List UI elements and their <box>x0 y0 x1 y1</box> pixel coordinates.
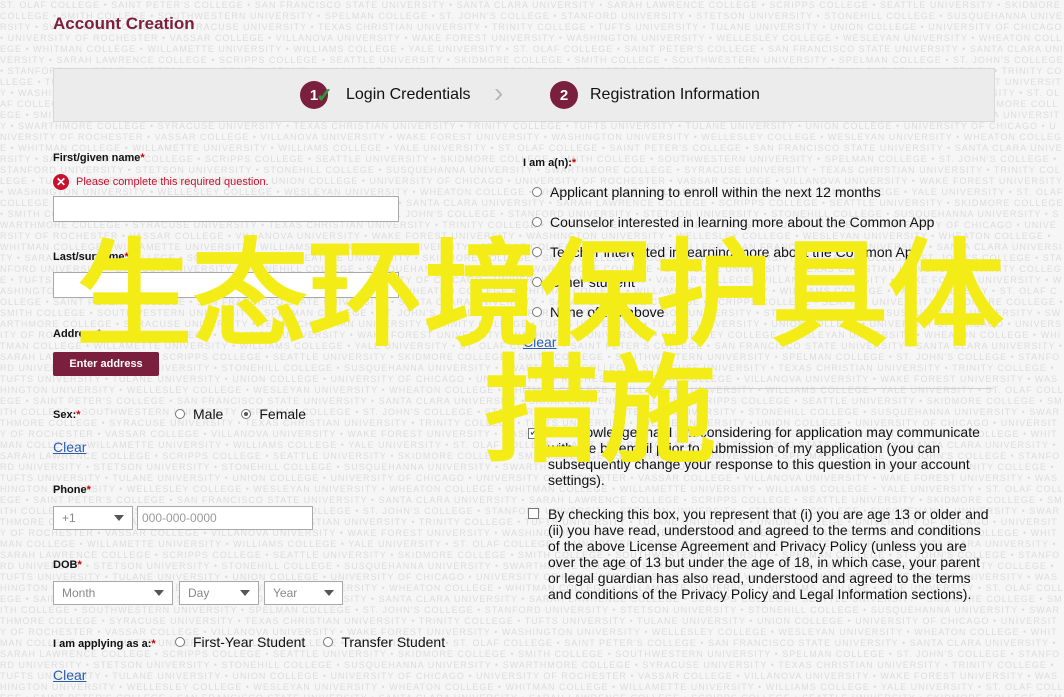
radio-label-first-year: First-Year Student <box>193 634 306 650</box>
radio-female[interactable] <box>241 409 252 419</box>
chevron-down-icon <box>240 590 250 596</box>
applying-as-clear-link[interactable]: Clear <box>53 667 86 683</box>
dob-label: DOB* <box>53 559 82 571</box>
radio-first-year[interactable] <box>175 637 185 647</box>
i-am-option-applicant[interactable]: Applicant planning to enroll within the … <box>532 184 899 200</box>
step-login-credentials[interactable]: 1 ✓ Login Credentials <box>300 81 471 109</box>
enter-address-button[interactable]: Enter address <box>53 352 159 376</box>
i-am-option-none[interactable]: None of the above <box>532 304 682 320</box>
radio-none[interactable] <box>532 307 542 317</box>
communication-consent-text: I acknowledge that I am considering for … <box>548 424 980 488</box>
sex-radio-group: Male Female <box>175 406 324 422</box>
step-number: 1 ✓ <box>300 81 333 109</box>
error-icon: ✕ <box>53 174 69 190</box>
dob-month-select[interactable]: Month <box>53 581 173 605</box>
phone-label: Phone* <box>53 484 91 496</box>
radio-label-female: Female <box>259 406 307 422</box>
radio-applicant[interactable] <box>532 187 542 197</box>
chevron-down-icon <box>154 590 164 596</box>
radio-label-transfer: Transfer Student <box>341 634 446 650</box>
i-am-clear-link[interactable]: Clear <box>523 334 556 350</box>
last-name-label: Last/surname* <box>53 251 129 263</box>
step-number: 2 <box>550 81 578 109</box>
checkmark-icon: ✓ <box>316 85 333 107</box>
sex-clear-link[interactable]: Clear <box>53 439 86 455</box>
i-am-label: I am a(n):* <box>523 157 577 169</box>
radio-teacher[interactable] <box>532 247 542 257</box>
radio-counselor[interactable] <box>532 217 542 227</box>
step-label: Registration Information <box>590 86 760 103</box>
last-name-input[interactable] <box>53 272 399 298</box>
progress-steps: 1 ✓ Login Credentials › 2 Registration I… <box>53 68 995 122</box>
address-label: Address* <box>53 328 102 340</box>
error-message: ✕ Please complete this required question… <box>53 174 269 190</box>
dob-day-select[interactable]: Day <box>179 581 259 605</box>
country-code-select[interactable]: +1 <box>53 506 133 530</box>
page-title: Account Creation <box>53 14 195 33</box>
applying-as-label: I am applying as a:* <box>53 638 156 650</box>
sex-label: Sex:* <box>53 409 81 421</box>
step-label: Login Credentials <box>346 86 471 103</box>
radio-transfer[interactable] <box>323 637 334 647</box>
applying-as-radio-group: First-Year Student Transfer Student <box>175 634 463 650</box>
i-am-option-counselor[interactable]: Counselor interested in learning more ab… <box>532 214 952 230</box>
radio-label-male: Male <box>193 406 224 422</box>
terms-consent-text: By checking this box, you represent that… <box>548 506 989 602</box>
chevron-down-icon <box>324 590 334 596</box>
chevron-right-icon: › <box>494 77 504 108</box>
radio-male[interactable] <box>175 409 185 419</box>
i-am-option-other-student[interactable]: Other student <box>532 274 653 290</box>
section-divider <box>523 388 993 389</box>
terms-consent-checkbox[interactable] <box>528 508 539 519</box>
radio-other-student[interactable] <box>532 277 542 287</box>
first-name-label: First/given name* <box>53 152 145 164</box>
dob-year-select[interactable]: Year <box>264 581 343 605</box>
step-registration-information[interactable]: 2 Registration Information <box>550 81 760 109</box>
first-name-input[interactable] <box>53 196 399 222</box>
chevron-down-icon <box>114 515 124 521</box>
communication-consent-checkbox[interactable] <box>528 425 539 439</box>
i-am-option-teacher[interactable]: Teacher interested in learning more abou… <box>532 244 938 260</box>
phone-input[interactable]: 000-000-0000 <box>137 506 313 530</box>
